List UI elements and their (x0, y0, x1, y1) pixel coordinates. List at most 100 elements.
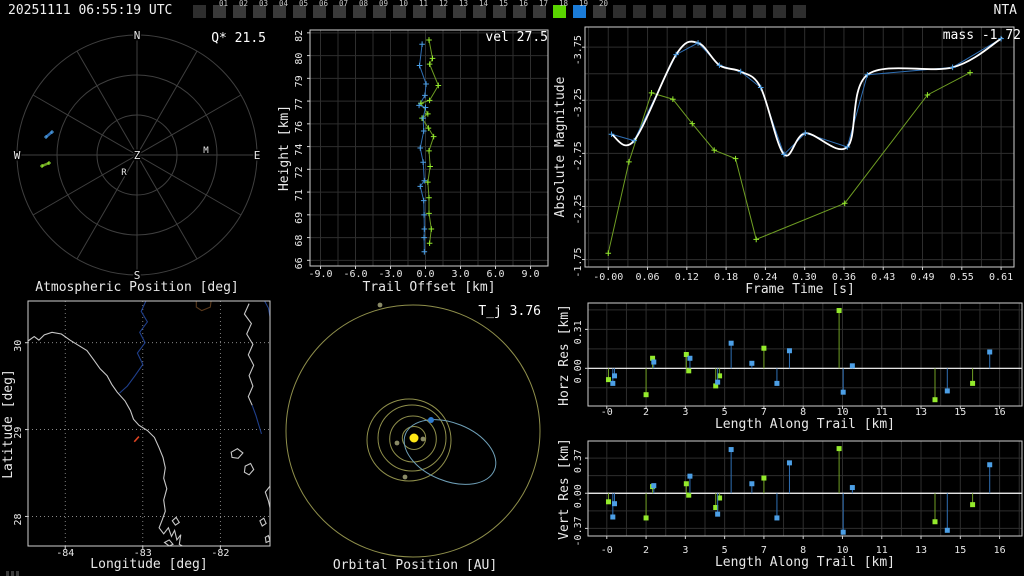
y-tick-label: 0.37 (573, 449, 584, 473)
x-tick-label: -0 (601, 407, 613, 418)
y-tick-label: 79 (294, 75, 305, 87)
map-feature-river (119, 300, 149, 394)
dashboard-canvas: NSW EZ MRAtmospheric Position [deg]Q* 21.5… (1, 26, 1023, 573)
residual-point-blue (687, 473, 693, 479)
y-tick-label: 66 (294, 257, 305, 269)
tisserand-annotation: T_j 3.76 (478, 304, 541, 319)
residual-point-blue (651, 359, 657, 365)
map-feature-lake (264, 534, 271, 544)
x-tick-label: 3 (682, 407, 688, 418)
map-feature-island (163, 539, 174, 547)
residual-point-blue (849, 363, 855, 369)
y-tick-label: 74 (294, 144, 305, 156)
x-tick-label: -0.00 (593, 272, 623, 283)
residual-point-green (932, 397, 938, 403)
x-tick-label: 15 (954, 407, 966, 418)
zenith-label: Z (134, 149, 141, 162)
y-tick-label: 82 (294, 30, 305, 42)
meteor-trail-blue (45, 131, 53, 138)
residual-point-blue (840, 529, 846, 535)
y-tick-label: 76 (294, 121, 305, 133)
x-tick-label: 2 (643, 545, 649, 556)
mag-ylabel: Absolute Magnitude (553, 76, 568, 217)
x-tick-label: 0.18 (714, 272, 738, 283)
x-tick-label: 0.43 (871, 272, 895, 283)
mag-xlabel: Frame Time [s] (745, 282, 855, 297)
cardinal-east: E (254, 149, 261, 162)
map-feature-river-white (243, 303, 255, 406)
y-tick-label: 77 (294, 98, 305, 110)
residual-point-green (970, 502, 976, 508)
x-tick-label: 13 (915, 545, 927, 556)
y-tick-label: -1.75 (573, 248, 584, 278)
y-tick-label: -0.37 (573, 516, 584, 546)
residual-point-blue (987, 462, 993, 468)
planet-dot (394, 440, 400, 446)
residual-point-blue (987, 349, 993, 355)
map-feature-bay (171, 516, 181, 526)
residual-point-green (643, 515, 649, 521)
map-xlabel: Longitude [deg] (90, 557, 207, 572)
residual-point-blue (728, 340, 734, 346)
x-tick-label: 0.06 (635, 272, 659, 283)
residual-point-green (605, 499, 611, 505)
planet-dot (377, 302, 383, 308)
residual-point-blue (715, 511, 721, 517)
residual-point-green (836, 308, 842, 314)
x-tick-label: 16 (994, 407, 1006, 418)
residual-point-green (761, 345, 767, 351)
residual-point-blue (786, 460, 792, 466)
horz-ylabel: Horz Res [km] (557, 304, 572, 406)
x-tick-label: 2 (643, 407, 649, 418)
residual-point-blue (687, 355, 693, 361)
y-tick-label: 0.00 (573, 484, 584, 508)
height-xlabel: Trail Offset [km] (362, 280, 495, 295)
height-ylabel: Height [km] (277, 105, 292, 191)
map-ylabel: Latitude [deg] (1, 369, 16, 479)
residual-point-blue (612, 501, 618, 507)
meteoroid-orbit (403, 419, 497, 485)
residual-point-green (686, 492, 692, 498)
residual-point-green (970, 380, 976, 386)
panel-light-curve: -0.00 0.06 0.12 0.18 0.24 0.30 0.36 0.43 0.49 0.5… (553, 26, 1021, 297)
vert-xlabel: Length Along Trail [km] (715, 555, 895, 570)
x-tick-label: -9.0 (308, 269, 332, 280)
panel-height-profile: -9.0 -6.0 -3.0 0.0 3.0 6.0 9.0 82 80 79 77 76 74 72 71… (277, 29, 549, 295)
orbit-jupiter (285, 304, 541, 558)
residual-point-blue (610, 514, 616, 520)
y-tick-label: 68 (294, 235, 305, 247)
panel-atmospheric-position: NSW EZ MRAtmospheric Position [deg]Q* 21.5 (12, 28, 266, 296)
orbital-title: Orbital Position [AU] (333, 558, 497, 573)
sun-dot (409, 433, 419, 443)
map-feature-lake (264, 485, 271, 508)
residual-point-blue (840, 389, 846, 395)
y-tick-label: 0.31 (573, 320, 584, 344)
x-tick-label: 0.12 (675, 272, 699, 283)
residual-point-green (761, 475, 767, 481)
y-tick-label: -3.75 (573, 35, 584, 65)
x-tick-label: -84 (56, 548, 74, 559)
ground-track-marker (133, 435, 140, 443)
map-feature-lake (243, 462, 255, 476)
x-tick-label: 0.49 (910, 272, 934, 283)
residual-point-blue (612, 373, 618, 379)
panel-vert-residuals: -0 2 3 5 7 8 10 11 13 15 160.370.00-0.37Length Alo… (557, 438, 1023, 570)
map-feature-state-border (195, 300, 212, 312)
x-tick-label: 0.0 (416, 269, 434, 280)
height-annotation: vel 27.5 (485, 30, 548, 45)
x-tick-label: 6.0 (486, 269, 504, 280)
x-tick-label: 0.61 (989, 272, 1013, 283)
atmos-annotation: Q* 21.5 (211, 31, 266, 46)
panel-horz-residuals: -0 2 3 5 7 8 10 11 13 15 160.000.31Length Along Tr… (557, 302, 1023, 432)
residual-point-blue (944, 527, 950, 533)
y-tick-label: -3.25 (573, 88, 584, 118)
residual-point-blue (774, 380, 780, 386)
x-tick-label: -6.0 (343, 269, 367, 280)
residual-point-blue (944, 388, 950, 394)
atmospheric-title: Atmospheric Position [deg] (35, 280, 239, 295)
planet-dot (420, 436, 426, 442)
residual-point-blue (610, 380, 616, 386)
x-tick-label: -0 (601, 545, 613, 556)
residual-point-green (932, 519, 938, 525)
vert-ylabel: Vert Res [km] (557, 438, 572, 540)
